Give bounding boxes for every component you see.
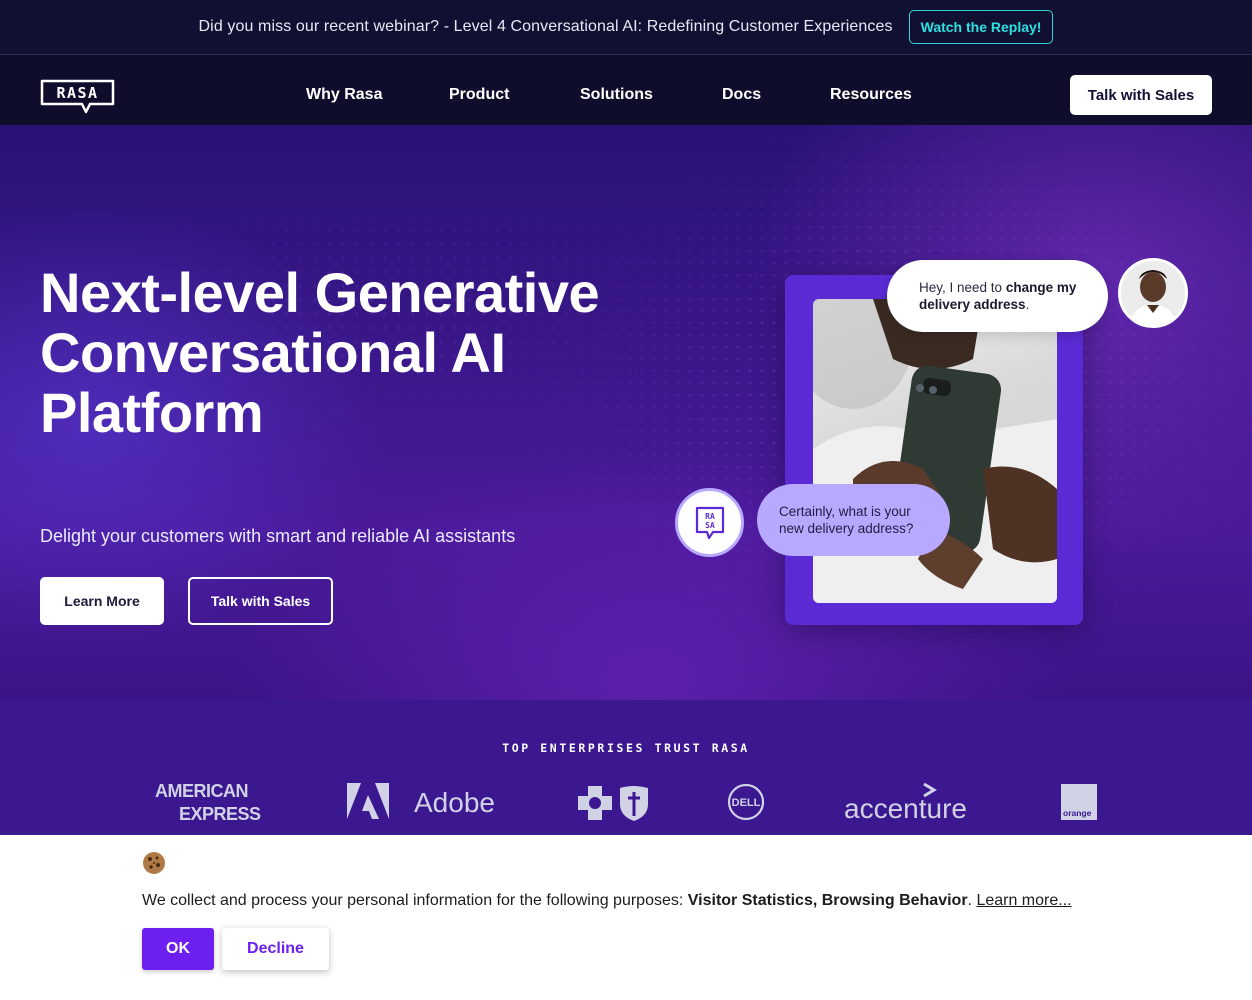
nav-talk-with-sales-button[interactable]: Talk with Sales xyxy=(1070,75,1212,115)
user-message-punct: . xyxy=(1025,297,1030,312)
svg-text:Adobe: Adobe xyxy=(414,787,495,818)
watch-replay-button[interactable]: Watch the Replay! xyxy=(908,10,1054,44)
user-avatar xyxy=(1118,258,1188,328)
trust-title: TOP ENTERPRISES TRUST RASA xyxy=(502,741,750,755)
cookie-consent-banner: We collect and process your personal inf… xyxy=(0,835,1252,1000)
svg-text:accenture: accenture xyxy=(844,793,967,824)
cookie-consent-text: We collect and process your personal inf… xyxy=(142,892,1072,910)
trusted-by-section: TOP ENTERPRISES TRUST RASA AMERICAN EXPR… xyxy=(0,700,1252,835)
rasa-bot-icon: RA SA xyxy=(675,488,744,557)
nav-item-product[interactable]: Product xyxy=(449,86,509,104)
nav-item-solutions[interactable]: Solutions xyxy=(580,86,653,104)
accenture-logo: accenture xyxy=(844,782,984,829)
svg-text:SA: SA xyxy=(705,521,715,530)
bot-chat-bubble: Certainly, what is your new delivery add… xyxy=(757,484,950,556)
main-nav: RASA Why Rasa Product Solutions Docs Res… xyxy=(0,55,1252,125)
bluecross-blueshield-logo xyxy=(578,784,650,827)
hero-section: Next-level Generative Conversational AI … xyxy=(0,125,1252,700)
orange-logo: orange xyxy=(1061,784,1097,825)
cookie-purposes: Visitor Statistics, Browsing Behavior xyxy=(687,892,968,909)
svg-text:AMERICAN: AMERICAN xyxy=(155,781,248,801)
svg-text:orange: orange xyxy=(1063,808,1092,818)
hero-talk-with-sales-button[interactable]: Talk with Sales xyxy=(188,577,333,625)
announcement-text: Did you miss our recent webinar? - Level… xyxy=(198,18,893,35)
adobe-logo: Adobe xyxy=(347,783,502,826)
svg-text:DELL: DELL xyxy=(732,797,761,809)
dell-logo: DELL xyxy=(727,783,765,826)
nav-item-docs[interactable]: Docs xyxy=(722,86,761,104)
cookie-text-prefix: We collect and process your personal inf… xyxy=(142,892,688,909)
svg-text:RASA: RASA xyxy=(56,84,98,102)
person-holding-phone-image xyxy=(813,299,1057,603)
cookie-decline-button[interactable]: Decline xyxy=(222,928,329,970)
svg-text:EXPRESS: EXPRESS xyxy=(179,804,261,824)
nav-item-resources[interactable]: Resources xyxy=(830,86,912,104)
learn-more-button[interactable]: Learn More xyxy=(40,577,164,625)
rasa-logo[interactable]: RASA xyxy=(40,79,115,114)
cookie-ok-button[interactable]: OK xyxy=(142,928,214,970)
user-chat-bubble: Hey, I need to change my delivery addres… xyxy=(887,260,1108,332)
announcement-bar: Did you miss our recent webinar? - Level… xyxy=(0,0,1252,55)
nav-item-why-rasa[interactable]: Why Rasa xyxy=(306,86,382,104)
cookie-learn-more-link[interactable]: Learn more... xyxy=(976,892,1071,909)
cookie-icon xyxy=(143,852,165,874)
user-message-text: Hey, I need to xyxy=(919,280,1006,295)
hero-subheadline: Delight your customers with smart and re… xyxy=(40,526,516,546)
american-express-logo: AMERICAN EXPRESS xyxy=(155,780,270,829)
svg-text:RA: RA xyxy=(705,512,715,521)
hero-headline: Next-level Generative Conversational AI … xyxy=(40,261,600,444)
